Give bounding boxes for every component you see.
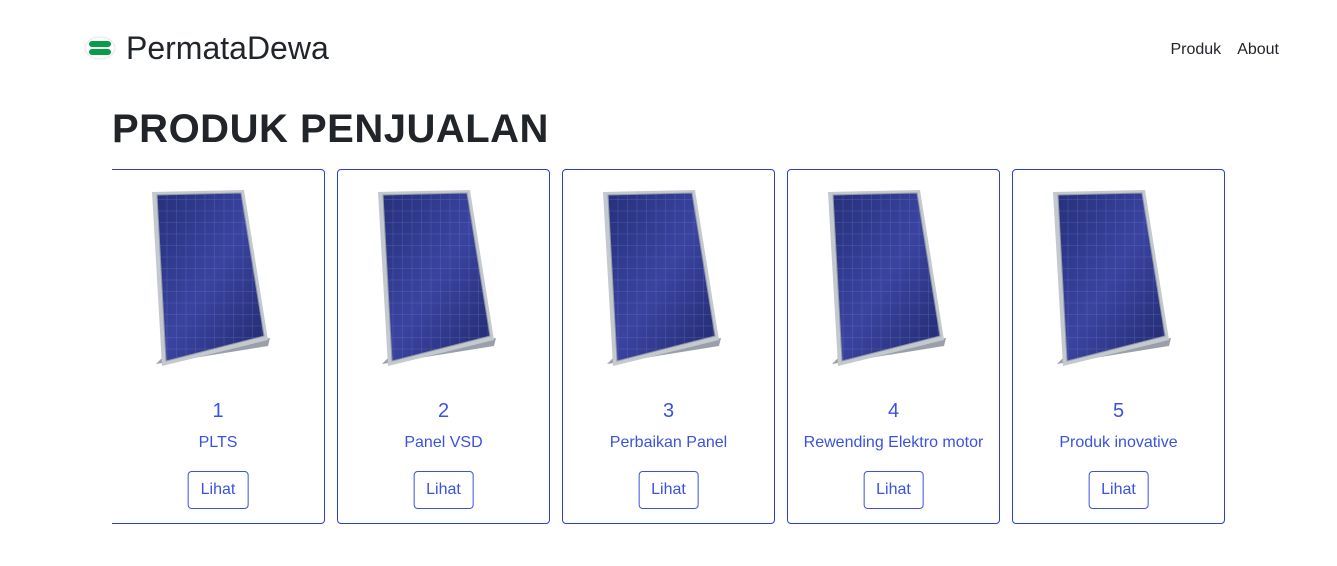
product-name: PLTS <box>198 434 238 451</box>
product-name: Produk inovative <box>1059 434 1178 451</box>
product-name: Rewending Elektro motor <box>803 434 984 451</box>
product-number: 1 <box>212 400 224 422</box>
lihat-button[interactable]: Lihat <box>638 471 699 509</box>
product-card: 4 Rewending Elektro motor Lihat <box>787 169 1000 524</box>
product-name: Perbaikan Panel <box>609 434 728 451</box>
solar-panel-image <box>602 189 722 367</box>
product-number: 5 <box>1112 400 1125 422</box>
product-number: 3 <box>662 400 675 422</box>
product-card: 5 Produk inovative Lihat <box>1012 169 1225 524</box>
page-title: PRODUK PENJUALAN <box>112 107 549 151</box>
solar-panel-image <box>827 189 947 367</box>
lihat-button[interactable]: Lihat <box>413 471 474 509</box>
nav-link-about[interactable]: About <box>1237 40 1279 60</box>
product-card: 2 Panel VSD Lihat <box>337 169 550 524</box>
solar-panel-image <box>377 189 497 367</box>
solar-panel-image <box>151 189 271 367</box>
lihat-button[interactable]: Lihat <box>187 471 249 509</box>
logo-icon <box>84 36 116 60</box>
navbar: PermataDewa Produk About <box>0 0 1337 100</box>
product-number: 2 <box>437 400 450 422</box>
nav-links: Produk About <box>1170 40 1279 60</box>
product-list: 1 PLTS Lihat 2 Panel VSD Lihat 3 Perbaik… <box>112 169 1232 529</box>
brand-link[interactable]: PermataDewa <box>84 28 329 68</box>
product-number: 4 <box>887 400 900 422</box>
lihat-button[interactable]: Lihat <box>863 471 924 509</box>
product-card: 1 PLTS Lihat <box>112 169 325 524</box>
nav-link-produk[interactable]: Produk <box>1170 40 1221 60</box>
brand-name: PermataDewa <box>126 30 329 66</box>
page: PermataDewa Produk About PRODUK PENJUALA… <box>0 0 1337 566</box>
solar-panel-image <box>1052 189 1172 367</box>
product-card: 3 Perbaikan Panel Lihat <box>562 169 775 524</box>
product-name: Panel VSD <box>404 434 483 451</box>
lihat-button[interactable]: Lihat <box>1088 471 1149 509</box>
